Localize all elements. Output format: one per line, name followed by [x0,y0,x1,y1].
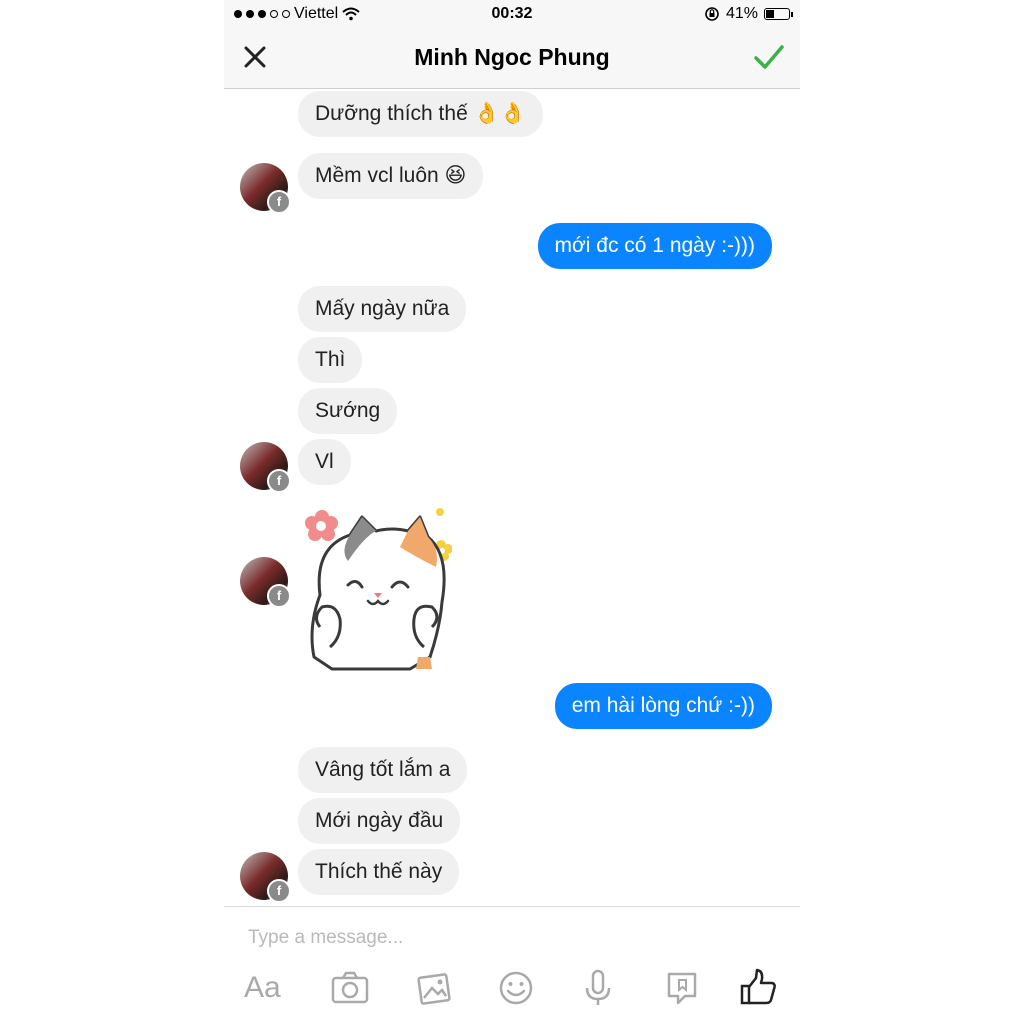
gallery-icon[interactable] [412,966,456,1010]
message-input[interactable] [246,922,770,954]
cat-sticker[interactable] [300,507,452,672]
battery-level-fill [766,10,774,18]
message-list[interactable]: Dưỡng thích thế 👌👌 f Mềm vcl luôn 😆 mới … [224,89,800,905]
incoming-message[interactable]: Vl [298,439,351,485]
camera-icon[interactable] [328,966,372,1010]
incoming-message[interactable]: Vâng tốt lắm a [298,747,468,793]
pin-icon[interactable] [660,966,704,1010]
battery-icon [764,8,793,20]
contact-name[interactable]: Minh Ngoc Phung [224,44,800,71]
checkmark-icon[interactable] [752,42,786,72]
facebook-badge-icon: f [267,584,291,608]
outgoing-message[interactable]: mới đc có 1 ngày :-))) [537,223,772,269]
facebook-badge-icon: f [267,190,291,214]
like-icon[interactable] [736,966,780,1010]
messenger-screen: Viettel 00:32 41% Minh Ngoc Phung Dưỡng … [224,0,800,1024]
outgoing-message[interactable]: em hài lòng chứ :-)) [554,683,772,729]
text-format-icon[interactable]: Aa [244,966,288,1010]
incoming-message[interactable]: Thì [298,337,363,383]
conversation-header: Minh Ngoc Phung [224,28,800,89]
flower-decoration [305,510,338,541]
incoming-message[interactable]: Dưỡng thích thế 👌👌 [298,91,543,137]
incoming-message[interactable]: Mấy ngày nữa [298,286,467,332]
facebook-badge-icon: f [267,469,291,493]
composer-divider [224,906,800,907]
avatar[interactable]: f [240,852,291,903]
battery-percent: 41% [725,5,758,22]
incoming-message[interactable]: Mềm vcl luôn 😆 [298,153,484,199]
orientation-lock-icon [705,7,719,21]
emoji-icon[interactable] [494,966,538,1010]
avatar[interactable]: f [240,442,291,493]
facebook-badge-icon: f [267,879,291,903]
incoming-message[interactable]: Sướng [298,388,398,434]
avatar[interactable]: f [240,163,291,214]
composer-toolbar: Aa [224,966,800,1016]
incoming-message[interactable]: Mới ngày đầu [298,798,461,844]
microphone-icon[interactable] [576,966,620,1010]
incoming-message[interactable]: Thích thế này [298,849,460,895]
status-bar: Viettel 00:32 41% [224,0,800,28]
battery-status: 41% [704,5,793,23]
avatar[interactable]: f [240,557,291,608]
